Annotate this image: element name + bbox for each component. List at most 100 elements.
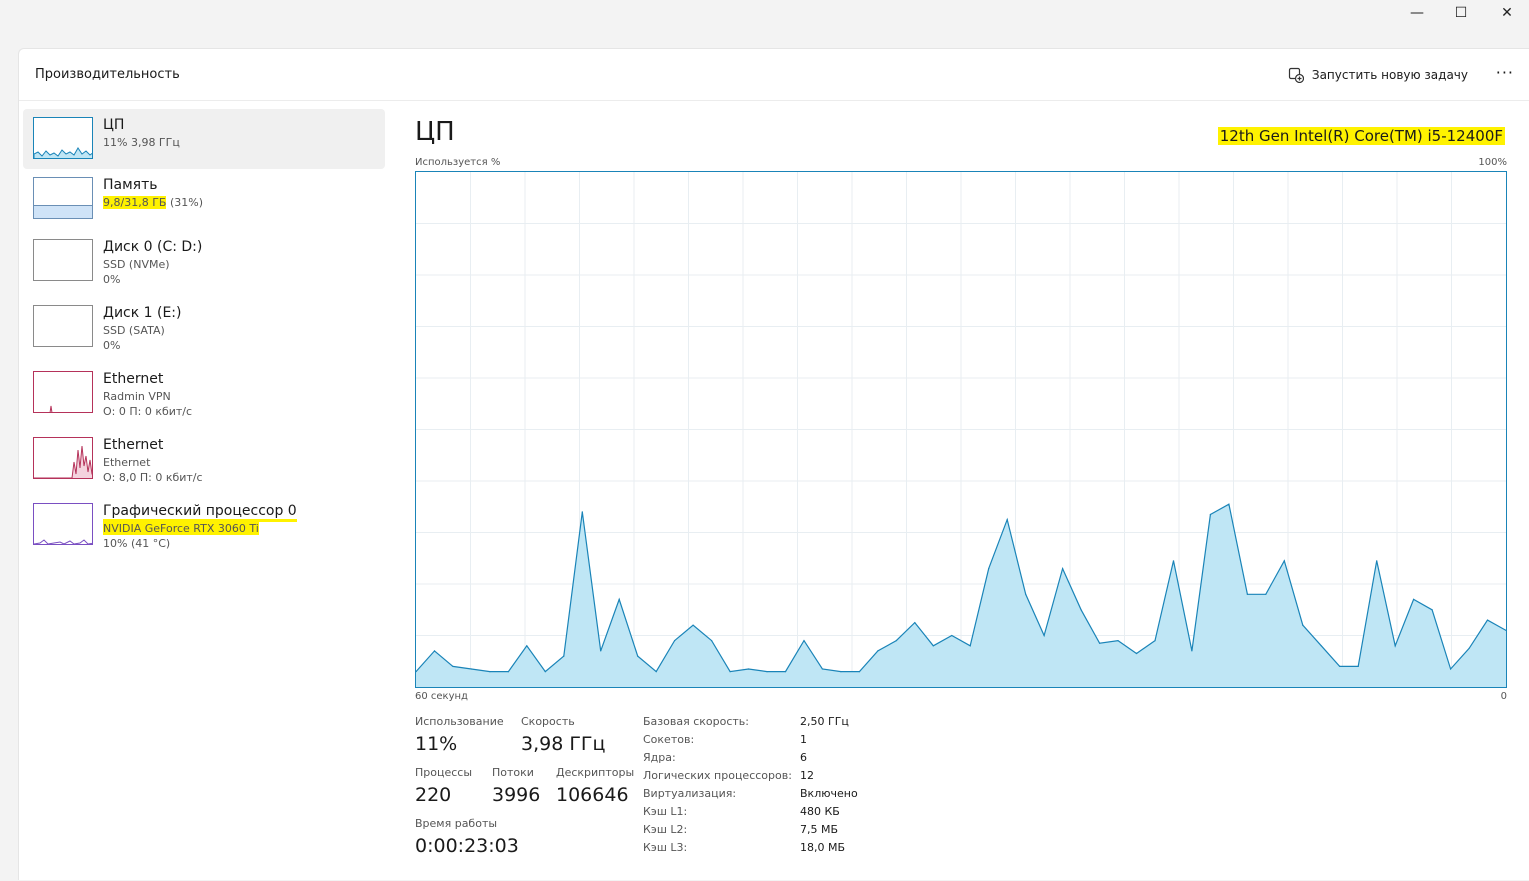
cpu-usage-point [1191, 650, 1193, 652]
spec-value: 7,5 МБ [800, 823, 839, 836]
cpu-usage-point [1357, 665, 1359, 667]
cpu-usage-point [729, 671, 731, 673]
cpu-usage-point [544, 671, 546, 673]
cpu-usage-point [655, 671, 657, 673]
cpu-usage-point [1209, 513, 1211, 516]
spec-key: Кэш L1: [643, 805, 688, 818]
uptime-value: 0:00:23:03 [415, 835, 519, 857]
cpu-usage-point [526, 645, 528, 647]
gpu-thumbnail [33, 503, 93, 545]
spec-key: Ядра: [643, 751, 676, 764]
disk1-thumbnail [33, 305, 93, 347]
memory-usage-highlight: 9,8/31,8 ГБ [103, 196, 167, 209]
sidebar-item-label: Диск 0 (C: D:) [103, 239, 203, 255]
sidebar-item-detail: Ethernet [103, 456, 151, 469]
cpu-usage-point [581, 511, 583, 513]
cpu-usage-point [1006, 519, 1008, 521]
cpu-usage-point [784, 671, 787, 673]
sidebar-item-disk1[interactable]: Диск 1 (E:) SSD (SATA) 0% [23, 297, 385, 357]
spec-value: 6 [800, 751, 807, 764]
cpu-usage-point [1320, 645, 1322, 647]
cpu-usage-point [1468, 647, 1470, 649]
cpu-usage-point [692, 624, 694, 626]
close-button[interactable]: ✕ [1484, 0, 1529, 26]
spec-key: Виртуализация: [643, 787, 737, 800]
cpu-usage-point [1302, 624, 1304, 626]
threads-value: 3996 [492, 784, 541, 806]
cpu-usage-point [1413, 598, 1415, 600]
graph-x-label-left: 60 секунд [415, 691, 468, 702]
sidebar-item-memory[interactable]: Память 9,8/31,8 ГБ (31%) [23, 169, 385, 229]
cpu-usage-point [1339, 665, 1341, 667]
spec-value: Включено [800, 787, 858, 800]
gpu-model-highlight: NVIDIA GeForce RTX 3060 Ti [103, 522, 259, 535]
processes-label: Процессы [415, 766, 473, 779]
cpu-usage-point [840, 671, 842, 673]
cpu-usage-point [803, 640, 805, 642]
spec-value: 12 [800, 769, 814, 782]
spec-value: 2,50 ГГц [800, 715, 849, 728]
cpu-usage-point [1431, 609, 1433, 611]
ethernet-radmin-thumbnail [33, 371, 93, 413]
performance-panel: Производительность Запустить новую задач… [18, 48, 1529, 880]
sidebar-item-label: Память [103, 177, 158, 193]
handles-value: 106646 [556, 784, 629, 806]
cpu-usage-point [637, 655, 639, 657]
sidebar-item-disk0[interactable]: Диск 0 (C: D:) SSD (NVMe) 0% [23, 231, 385, 291]
cpu-usage-point [951, 634, 953, 637]
ethernet-thumbnail [33, 437, 93, 479]
disk0-thumbnail [33, 239, 93, 281]
cpu-usage-point [1117, 640, 1119, 642]
cpu-usage-point [1172, 560, 1175, 562]
cpu-usage-point [766, 671, 768, 673]
cpu-usage-point [895, 640, 897, 642]
cpu-title: ЦП [415, 117, 455, 147]
new-task-icon [1288, 67, 1304, 83]
cpu-usage-point [821, 668, 823, 670]
sidebar-item-usage: О: 8,0 П: 0 кбит/с [103, 471, 203, 484]
sidebar-item-gpu[interactable]: Графический процессор 0 NVIDIA GeForce R… [23, 495, 385, 555]
cpu-usage-point [1265, 593, 1267, 595]
cpu-usage-graph [415, 171, 1507, 688]
sidebar-item-usage: 0% [103, 339, 121, 352]
run-new-task-button[interactable]: Запустить новую задачу [1288, 67, 1468, 83]
cpu-usage-point [507, 671, 509, 673]
cpu-usage-point [988, 568, 990, 570]
cpu-usage-point [618, 598, 620, 600]
cpu-usage-point [470, 668, 472, 670]
cpu-usage-point [877, 650, 879, 652]
uptime-label: Время работы [415, 817, 498, 830]
graph-x-label-right: 0 [1500, 691, 1507, 702]
cpu-usage-point [969, 645, 971, 647]
cpu-usage-point [1043, 634, 1045, 637]
cpu-usage-point [747, 668, 750, 670]
minimize-button[interactable]: — [1394, 0, 1440, 26]
cpu-usage-point [711, 640, 713, 642]
sidebar-item-ethernet[interactable]: Ethernet Ethernet О: 8,0 П: 0 кбит/с [23, 429, 385, 489]
page-header: Производительность Запустить новую задач… [19, 49, 1529, 101]
usage-label: Использование [415, 715, 504, 728]
spec-value: 480 КБ [800, 805, 840, 818]
cpu-usage-point [1394, 645, 1396, 647]
sidebar-item-detail: Radmin VPN [103, 390, 171, 403]
sidebar-item-detail: SSD (NVMe) [103, 258, 170, 271]
memory-thumbnail [33, 177, 93, 219]
spec-key: Базовая скорость: [643, 715, 749, 728]
more-options-button[interactable]: ··· [1496, 63, 1514, 82]
threads-label: Потоки [492, 766, 534, 779]
sidebar-item-cpu[interactable]: ЦП 11% 3,98 ГГц [23, 109, 385, 169]
cpu-usage-point [1080, 609, 1082, 611]
title-bar: — ☐ ✕ [0, 0, 1529, 48]
spec-key: Кэш L3: [643, 841, 688, 854]
speed-value: 3,98 ГГц [521, 733, 606, 755]
spec-key: Кэш L2: [643, 823, 688, 836]
processes-value: 220 [415, 784, 452, 806]
cpu-model-name: 12th Gen Intel(R) Core(TM) i5-12400F [1217, 127, 1505, 145]
cpu-usage-point [452, 665, 454, 667]
maximize-button[interactable]: ☐ [1438, 0, 1484, 26]
memory-percent: (31%) [169, 196, 203, 209]
cpu-usage-point [600, 650, 602, 652]
cpu-detail-view: ЦП 12th Gen Intel(R) Core(TM) i5-12400F … [415, 101, 1515, 881]
sidebar-item-ethernet-radmin[interactable]: Ethernet Radmin VPN О: 0 П: 0 кбит/с [23, 363, 385, 423]
cpu-usage-point [1062, 568, 1064, 570]
